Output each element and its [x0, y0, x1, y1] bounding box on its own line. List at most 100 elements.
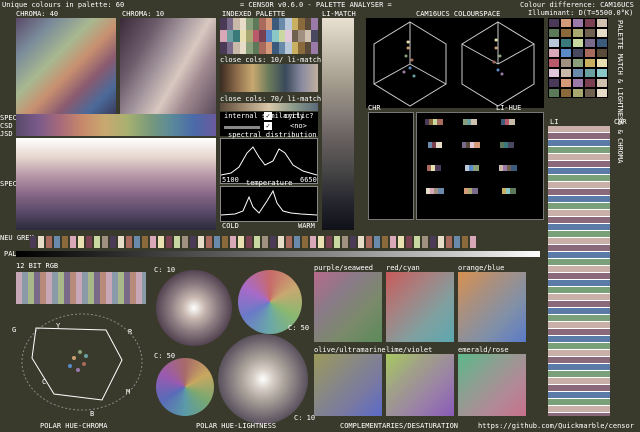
match-swatch [572, 38, 584, 48]
spec-max-label: 6650 [300, 176, 317, 184]
match-swatch [560, 68, 572, 78]
cyclic-value: <no> [290, 122, 307, 130]
grey-strip-swatch [334, 236, 340, 248]
chr-column-label: CHR [614, 118, 627, 126]
grey-strip-swatch [286, 236, 292, 248]
grey-strip-swatch [278, 236, 284, 248]
bit12-rgb-map [16, 272, 146, 304]
jsd-label: JSD [0, 130, 13, 138]
project-url-link[interactable]: https://github.com/Quickmarble/censor [478, 422, 634, 430]
close-cols-10-swatches [220, 64, 318, 92]
grey-strip-swatch [78, 236, 84, 248]
grey-strip-swatch [254, 236, 260, 248]
grey-strip-swatch [302, 236, 308, 248]
grey-strip-swatch [30, 236, 36, 248]
polar-g-label: G [12, 326, 17, 334]
chr-label: CHR [368, 104, 381, 112]
colour-difference-label: Colour difference: CAM16UCS [520, 1, 634, 9]
li-hue-point [472, 188, 478, 194]
similarity-checkbox[interactable]: ✓ [264, 112, 272, 120]
grey-strip-swatch [438, 236, 444, 248]
match-swatch [560, 78, 572, 88]
emerald-rose-label: emerald/rose [458, 346, 509, 354]
complementaries-label: COMPLEMENTARIES/DESATURATION [340, 422, 459, 430]
match-swatch [596, 18, 608, 28]
grey-strip-swatch [366, 236, 372, 248]
grey-strip-swatch [406, 236, 412, 248]
match-swatch [596, 48, 608, 58]
match-swatch [560, 88, 572, 98]
cold-label: COLD [222, 222, 239, 230]
grey-strip-swatch [206, 236, 212, 248]
match-swatch [548, 78, 560, 88]
grey-strip-swatch [262, 236, 268, 248]
spectral-curve [221, 146, 317, 176]
indexed-palette-label: INDEXED PALETTE [222, 10, 286, 18]
lime-violet-label: lime/violet [386, 346, 433, 354]
grey-strip-swatch [126, 236, 132, 248]
grey-strip-swatch [190, 236, 196, 248]
grey-strip-swatch [462, 236, 468, 248]
chroma10-hue-lightness-map [120, 18, 216, 114]
match-swatch [596, 78, 608, 88]
olive-ultramarine-label: olive/ultramarine [314, 346, 386, 354]
colourspace-3d-view [373, 21, 535, 107]
li-match-label: LI-MATCH [322, 10, 356, 18]
polar-lightness-c10-b [218, 334, 308, 424]
li-hue-point [471, 119, 477, 125]
polar-lightness-c10-a [156, 270, 232, 346]
chroma40-label: CHROMA: 40 [16, 10, 59, 18]
polar-hue-chroma-plot [21, 313, 143, 411]
match-swatch [596, 28, 608, 38]
match-swatch [584, 28, 596, 38]
li-hue-point [508, 142, 514, 148]
li-hue-point [436, 142, 442, 148]
polar-b-label: B [90, 410, 95, 418]
palette-swatch [311, 30, 318, 42]
match-swatch [584, 38, 596, 48]
cyclic-checkbox[interactable]: ✓ [264, 122, 272, 130]
orange-blue-label: orange/blue [458, 264, 505, 272]
c10-a-label: C: 10 [154, 266, 176, 274]
match-swatch [572, 78, 584, 88]
colourspace-label: CAM16UCS COLOURSPACE [416, 10, 501, 18]
neu-grey-label: NEU GREY [0, 234, 34, 242]
grey-strip-swatch [158, 236, 164, 248]
grey-strip-swatch [326, 236, 332, 248]
li-hue-point [509, 119, 515, 125]
bit12-label: 12 BIT RGB [16, 262, 59, 270]
grey-strip-swatch [62, 236, 68, 248]
chroma10-label: CHROMA: 10 [122, 10, 165, 18]
close-cols-10-label: close cols: 10/ li-match [220, 56, 322, 64]
similarity-bar [224, 126, 260, 129]
polar-y-label: Y [56, 322, 61, 330]
grey-strip-swatch [310, 236, 316, 248]
grey-strip-swatch [342, 236, 348, 248]
c10-b-label: C: 10 [294, 414, 316, 422]
spec-label: SPEC [0, 114, 17, 122]
match-swatch [596, 38, 608, 48]
grey-strip-swatch [454, 236, 460, 248]
spectral-ed-map [16, 138, 216, 230]
match-swatch [572, 58, 584, 68]
match-swatch [560, 38, 572, 48]
cyclic-label: cyclic? [284, 112, 314, 120]
match-swatch [584, 18, 596, 28]
li-hue-point [473, 165, 479, 171]
spectral-distribution-label: spectral distribution [228, 131, 317, 139]
match-swatch [584, 48, 596, 58]
unique-colours-count: Unique colours in palette: 60 [2, 1, 125, 9]
grey-strip-swatch [230, 236, 236, 248]
match-swatch [560, 18, 572, 28]
spectral-strip [16, 114, 216, 136]
grey-strip-swatch [470, 236, 476, 248]
match-swatch [584, 88, 596, 98]
lime-violet-map [386, 354, 454, 416]
grey-strip-swatch [374, 236, 380, 248]
polar-r-label: R [128, 328, 133, 336]
match-swatch [560, 28, 572, 38]
li-hue-scatter [416, 112, 544, 220]
grey-strip-swatch [382, 236, 388, 248]
li-column-label: LI [550, 118, 559, 126]
neutral-grey-strip [30, 236, 500, 248]
